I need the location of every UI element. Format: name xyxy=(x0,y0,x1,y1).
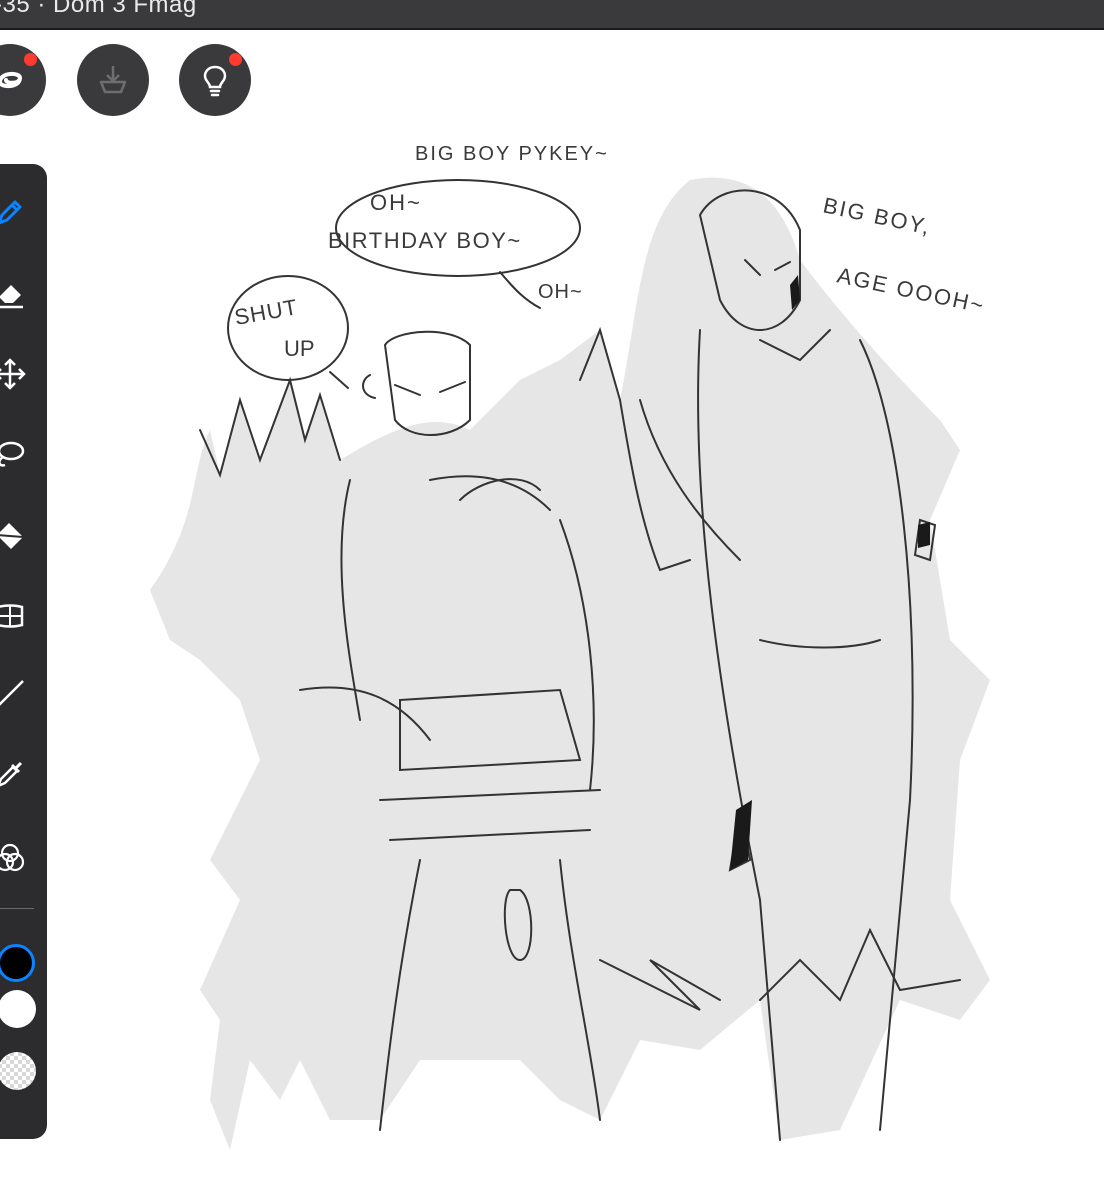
label-birthday-boy: BIRTHDAY BOY~ xyxy=(328,228,522,253)
label-shut: SHUT xyxy=(233,294,300,330)
drawing-canvas[interactable]: BIG BOY PYKEY~ OH~ BIRTHDAY BOY~ OH~ SHU… xyxy=(0,120,1104,1200)
label-oh-1: OH~ xyxy=(370,190,422,215)
sketch-gray-fills xyxy=(150,177,990,1150)
label-big-boy-pykey: BIG BOY PYKEY~ xyxy=(415,143,609,165)
gallery-button[interactable] xyxy=(0,44,46,116)
export-button[interactable] xyxy=(77,44,149,116)
label-big-boy: BIG BOY, xyxy=(821,192,934,239)
notification-dot xyxy=(229,53,242,66)
label-up: UP xyxy=(284,336,315,361)
document-title: -35 · Dom 3 Fmag xyxy=(0,0,197,18)
notification-dot xyxy=(24,53,37,66)
tips-button[interactable] xyxy=(179,44,251,116)
label-oh-2: OH~ xyxy=(538,281,583,303)
download-tray-icon xyxy=(99,66,127,94)
lightbulb-icon xyxy=(203,65,227,97)
label-age-oooh: AGE OOOH~ xyxy=(835,262,988,318)
link-gallery-icon xyxy=(0,71,23,89)
title-bar: -35 · Dom 3 Fmag xyxy=(0,0,1104,30)
